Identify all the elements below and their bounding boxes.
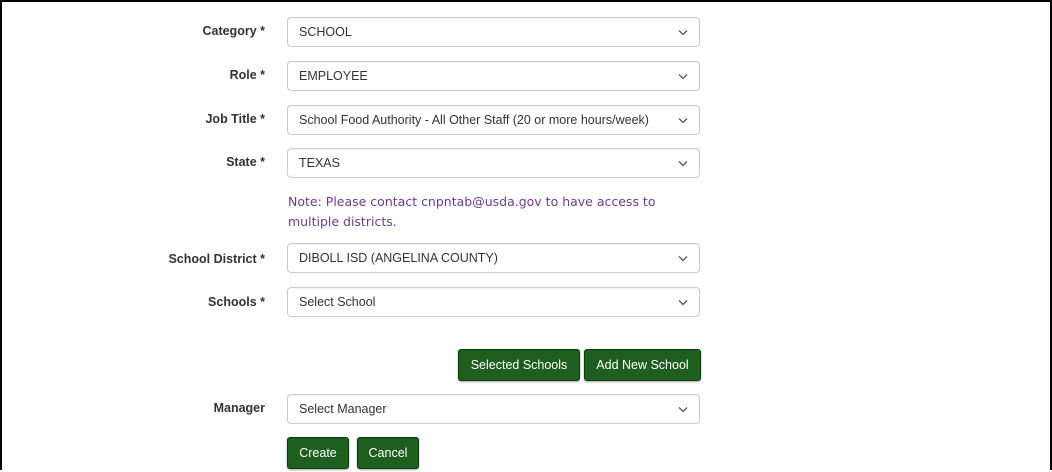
job-title-value: School Food Authority - All Other Staff … — [299, 113, 649, 127]
category-value: SCHOOL — [299, 25, 352, 39]
state-value: TEXAS — [299, 156, 340, 170]
schools-label: Schools * — [208, 295, 265, 309]
cancel-button[interactable]: Cancel — [357, 437, 419, 469]
schools-value: Select School — [299, 295, 376, 309]
manager-label: Manager — [213, 401, 265, 415]
role-label: Role * — [229, 68, 265, 82]
chevron-down-icon — [678, 118, 688, 124]
schools-select[interactable]: Select School — [287, 287, 700, 317]
create-button[interactable]: Create — [287, 437, 349, 469]
state-label: State * — [226, 155, 265, 169]
access-note: Note: Please contact cnpntab@usda.gov to… — [288, 194, 656, 229]
role-value: EMPLOYEE — [299, 69, 368, 83]
school-district-label: School District * — [168, 252, 265, 266]
school-district-value: DIBOLL ISD (ANGELINA COUNTY) — [299, 251, 498, 265]
school-district-select[interactable]: DIBOLL ISD (ANGELINA COUNTY) — [287, 243, 700, 273]
chevron-down-icon — [678, 74, 688, 80]
job-title-select[interactable]: School Food Authority - All Other Staff … — [287, 105, 700, 135]
selected-schools-button[interactable]: Selected Schools — [458, 349, 580, 381]
category-label: Category * — [202, 24, 265, 38]
category-select[interactable]: SCHOOL — [287, 17, 700, 47]
chevron-down-icon — [678, 161, 688, 167]
registration-form: Category * SCHOOL Role * EMPLOYEE Job Ti… — [0, 0, 1052, 470]
state-select[interactable]: TEXAS — [287, 148, 700, 178]
manager-value: Select Manager — [299, 402, 387, 416]
chevron-down-icon — [678, 256, 688, 262]
role-select[interactable]: EMPLOYEE — [287, 61, 700, 91]
manager-select[interactable]: Select Manager — [287, 394, 700, 424]
chevron-down-icon — [678, 407, 688, 413]
chevron-down-icon — [678, 300, 688, 306]
add-new-school-button[interactable]: Add New School — [584, 349, 701, 381]
job-title-label: Job Title * — [205, 112, 265, 126]
chevron-down-icon — [678, 30, 688, 36]
